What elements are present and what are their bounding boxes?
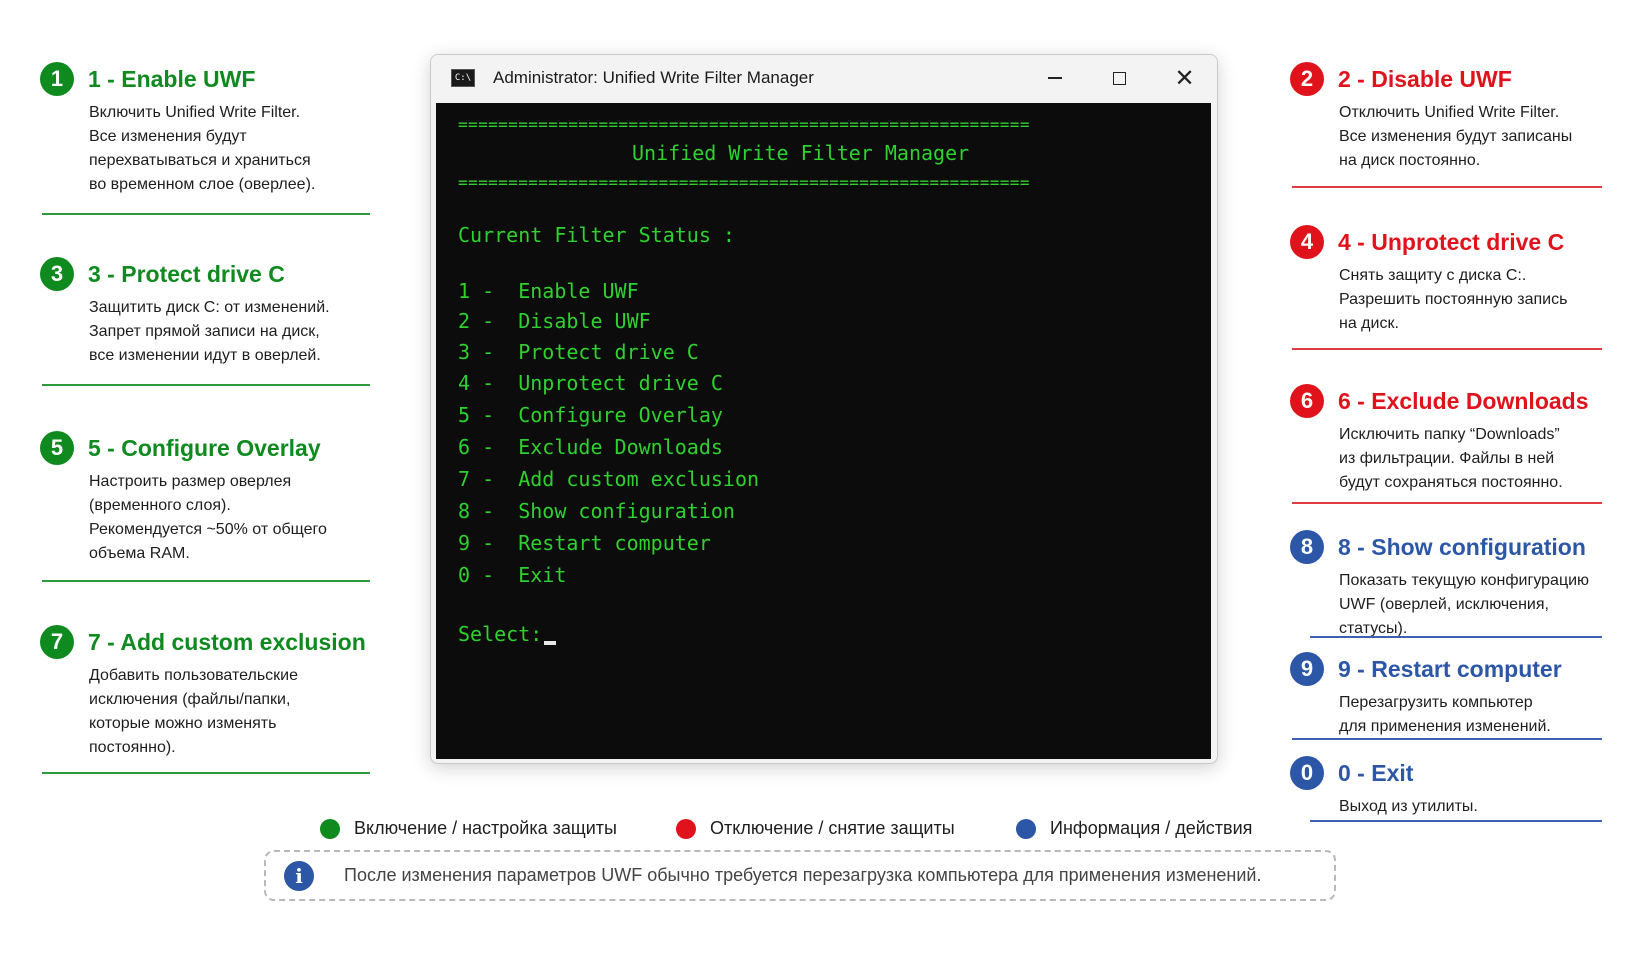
console-menu-item: 3 - Protect drive C [458, 340, 699, 364]
divider [1292, 186, 1602, 188]
legend-label: Включение / настройка защиты [354, 818, 617, 838]
console-menu-item: 0 - Exit [458, 563, 567, 587]
callout-unprotect-drive-c: 4 4 - Unprotect drive C Снять защиту с д… [1290, 224, 1620, 336]
callout-description: Отключить Unified Write Filter. Все изме… [1339, 104, 1573, 169]
console-menu-item: 6 - Exclude Downloads [458, 435, 723, 459]
divider [1292, 738, 1602, 740]
divider [42, 772, 370, 774]
maximize-icon [1113, 71, 1126, 85]
info-icon: i [284, 860, 314, 891]
console-separator: ========================================… [458, 115, 1030, 134]
number-badge: 3 [40, 257, 74, 291]
console-separator: ========================================… [458, 173, 1030, 192]
green-dot-icon [320, 818, 340, 839]
callout-title: 7 - Add custom exclusion [88, 628, 366, 655]
callout-exclude-downloads: 6 6 - Exclude Downloads Исключить папку … [1290, 383, 1620, 495]
callout-title: 2 - Disable UWF [1338, 65, 1512, 92]
prompt-label: Select: [458, 622, 543, 646]
legend-item-blue: Информация / действия [1016, 818, 1252, 839]
callout-description: Перезагрузить компьютер для применения и… [1339, 694, 1551, 735]
console-menu-item: 2 - Disable UWF [458, 309, 651, 333]
divider [42, 213, 370, 215]
number-badge: 6 [1290, 384, 1324, 418]
callout-show-configuration: 8 8 - Show configuration Показать текущу… [1290, 529, 1640, 641]
console-window[interactable]: C:\ Administrator: Unified Write Filter … [430, 54, 1218, 764]
callout-title: 8 - Show configuration [1338, 533, 1586, 560]
note-text: После изменения параметров UWF обычно тр… [344, 865, 1262, 885]
console-header: Unified Write Filter Manager [632, 141, 970, 165]
number-badge: 1 [40, 62, 74, 96]
info-note: i После изменения параметров UWF обычно … [264, 850, 1336, 901]
callout-description: Выход из утилиты. [1339, 798, 1478, 815]
minimize-button[interactable] [1022, 55, 1087, 101]
window-title: Administrator: Unified Write Filter Mana… [493, 68, 814, 87]
callout-exit: 0 0 - Exit Выход из утилиты. [1290, 755, 1620, 819]
divider [1292, 502, 1602, 504]
number-badge: 2 [1290, 62, 1324, 96]
number-badge: 7 [40, 625, 74, 659]
close-icon: ✕ [1174, 64, 1195, 92]
callout-description: Настроить размер оверлея (временного сло… [89, 473, 327, 562]
callout-description: Показать текущую конфигурацию UWF (оверл… [1339, 572, 1590, 637]
callout-protect-drive-c: 3 3 - Protect drive C Защитить диск C: о… [40, 256, 370, 368]
close-button[interactable]: ✕ [1152, 55, 1217, 101]
number-badge: 8 [1290, 530, 1324, 564]
callout-title: 3 - Protect drive C [88, 260, 285, 287]
console-prompt[interactable]: Select: [458, 622, 557, 646]
callout-title: 0 - Exit [1338, 759, 1414, 786]
title-bar[interactable]: C:\ Administrator: Unified Write Filter … [431, 55, 1217, 101]
callout-disable-uwf: 2 2 - Disable UWF Отключить Unified Writ… [1290, 61, 1620, 173]
console-menu-item: 8 - Show configuration [458, 499, 735, 523]
callout-add-custom-exclusion: 7 7 - Add custom exclusion Добавить поль… [40, 624, 370, 760]
legend-item-green: Включение / настройка защиты [320, 818, 617, 839]
number-badge: 0 [1290, 756, 1324, 790]
callout-title: 4 - Unprotect drive C [1338, 228, 1565, 255]
callout-enable-uwf: 1 1 - Enable UWF Включить Unified Write … [40, 61, 370, 197]
console-menu-item: 7 - Add custom exclusion [458, 467, 760, 491]
divider [1292, 348, 1602, 350]
callout-description: Снять защиту с диска C:. Разрешить посто… [1339, 267, 1568, 332]
callout-title: 1 - Enable UWF [88, 65, 256, 92]
legend-label: Информация / действия [1050, 818, 1253, 838]
console-menu-item: 5 - Configure Overlay [458, 403, 723, 427]
console-status-label: Current Filter Status : [458, 223, 735, 247]
legend-item-red: Отключение / снятие защиты [676, 818, 955, 839]
callout-title: 9 - Restart computer [1338, 655, 1562, 682]
legend-label: Отключение / снятие защиты [710, 818, 955, 838]
callout-description: Включить Unified Write Filter. Все измен… [89, 104, 316, 193]
number-badge: 5 [40, 431, 74, 465]
callout-title: 6 - Exclude Downloads [1338, 387, 1589, 414]
console-menu-item: 1 - Enable UWF [458, 279, 639, 303]
callout-description: Исключить папку “Downloads” из фильтраци… [1339, 426, 1563, 491]
callout-configure-overlay: 5 5 - Configure Overlay Настроить размер… [40, 430, 370, 566]
callout-restart-computer: 9 9 - Restart computer Перезагрузить ком… [1290, 651, 1620, 739]
divider [1310, 636, 1602, 638]
callout-description: Добавить пользовательские исключения (фа… [89, 667, 298, 756]
callout-title: 5 - Configure Overlay [88, 434, 321, 461]
red-dot-icon [676, 818, 696, 839]
divider [42, 384, 370, 386]
blue-dot-icon [1016, 818, 1036, 839]
number-badge: 9 [1290, 652, 1324, 686]
console-output[interactable]: ========================================… [436, 103, 1211, 759]
maximize-button[interactable] [1087, 55, 1152, 101]
callout-description: Защитить диск C: от изменений. Запрет пр… [89, 299, 330, 364]
divider [1310, 820, 1602, 822]
divider [42, 580, 370, 582]
console-app-icon: C:\ [451, 69, 475, 87]
console-menu-item: 4 - Unprotect drive C [458, 371, 723, 395]
text-cursor [544, 641, 557, 645]
console-menu-item: 9 - Restart computer [458, 531, 711, 555]
number-badge: 4 [1290, 225, 1324, 259]
minimize-icon [1047, 77, 1062, 79]
